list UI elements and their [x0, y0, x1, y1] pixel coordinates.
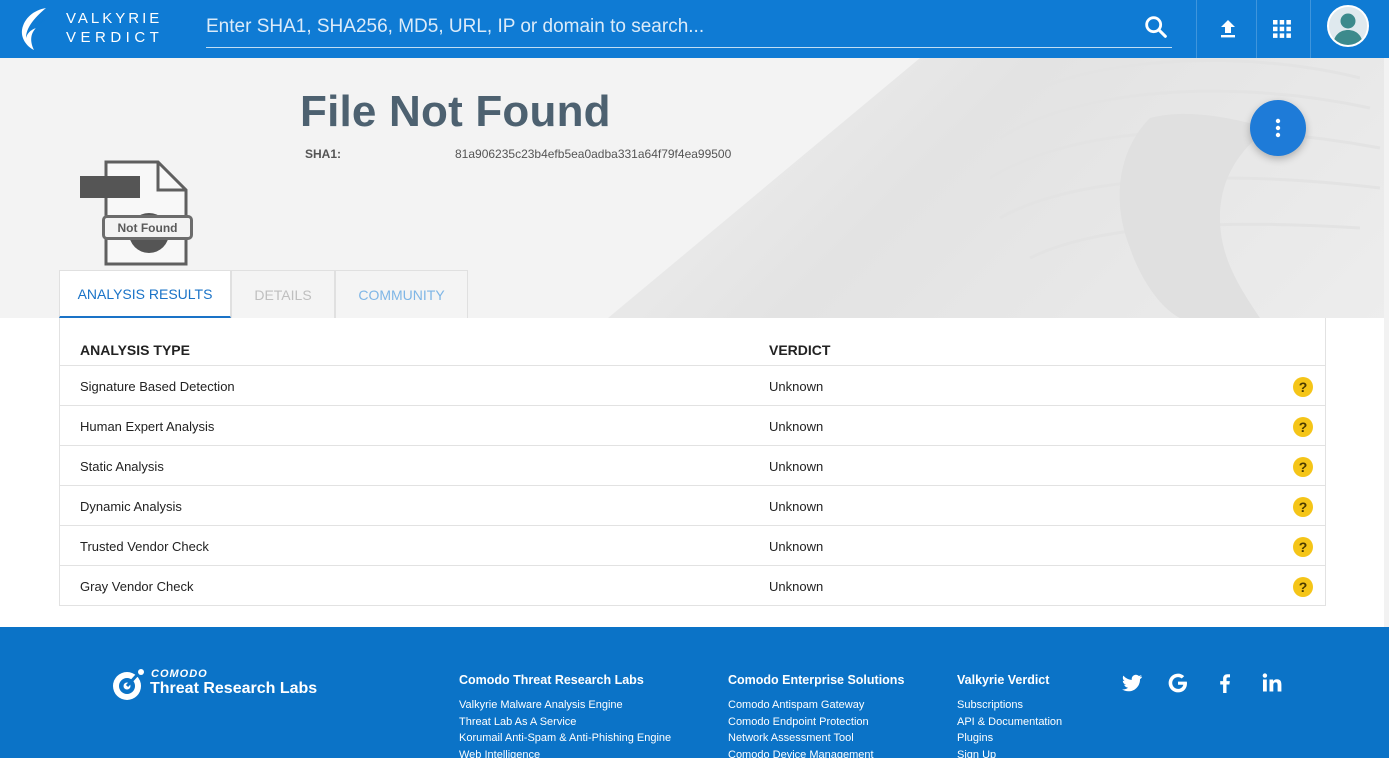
svg-text:?: ?: [1299, 579, 1308, 595]
user-icon: [1329, 7, 1367, 45]
footer-column-enterprise: Comodo Enterprise Solutions Comodo Antis…: [728, 673, 904, 758]
analysis-type-cell: Dynamic Analysis: [80, 499, 182, 514]
verdict-cell: Unknown: [769, 459, 824, 474]
linkedin-icon[interactable]: [1260, 671, 1284, 695]
analysis-results-table: ANALYSIS TYPE VERDICT Signature Based De…: [59, 318, 1326, 606]
hash-value: 81a906235c23b4efb5ea0adba331a64f79f4ea99…: [455, 147, 732, 161]
footer: COMODO Threat Research Labs Comodo Threa…: [0, 627, 1389, 758]
comodo-ctrl-logo-icon[interactable]: [110, 664, 150, 704]
footer-link[interactable]: Threat Lab As A Service: [459, 714, 671, 731]
footer-link[interactable]: Valkyrie Malware Analysis Engine: [459, 697, 671, 714]
table-row: Human Expert Analysis Unknown ?: [60, 405, 1325, 445]
table-row: Signature Based Detection Unknown ?: [60, 365, 1325, 405]
footer-column-title: Comodo Enterprise Solutions: [728, 673, 905, 687]
footer-column-title: Comodo Threat Research Labs: [459, 673, 644, 687]
more-actions-button[interactable]: [1250, 100, 1306, 156]
svg-text:?: ?: [1299, 419, 1308, 435]
valkyrie-verdict-logo[interactable]: VALKYRIE VERDICT: [14, 4, 159, 52]
apps-menu-button[interactable]: [1259, 0, 1305, 58]
question-icon: ?: [1293, 497, 1313, 517]
table-row: Gray Vendor Check Unknown ?: [60, 565, 1325, 605]
verdict-cell: Unknown: [769, 539, 824, 554]
footer-link[interactable]: Comodo Endpoint Protection: [728, 714, 904, 731]
question-icon: ?: [1293, 577, 1313, 597]
logo-line1: VALKYRIE: [66, 10, 163, 27]
footer-link[interactable]: Comodo Device Management: [728, 747, 904, 758]
search-button[interactable]: [1142, 13, 1170, 41]
column-header-verdict: VERDICT: [769, 342, 831, 358]
verdict-cell: Unknown: [769, 419, 824, 434]
google-icon[interactable]: [1166, 671, 1190, 695]
question-icon: ?: [1293, 377, 1313, 397]
footer-column-title: Valkyrie Verdict: [957, 673, 1050, 687]
search-input[interactable]: [206, 12, 1136, 42]
logo-line2: VERDICT: [66, 29, 164, 46]
footer-link[interactable]: Network Assessment Tool: [728, 730, 904, 747]
question-icon: ?: [1293, 537, 1313, 557]
page-title: File Not Found: [300, 87, 611, 136]
upload-icon: [1221, 20, 1235, 38]
table-row: Dynamic Analysis Unknown ?: [60, 485, 1325, 525]
question-icon: ?: [1293, 417, 1313, 437]
table-row: Trusted Vendor Check Unknown ?: [60, 525, 1325, 565]
analysis-type-cell: Gray Vendor Check: [80, 579, 194, 594]
svg-text:?: ?: [1299, 539, 1308, 555]
footer-brand-big: Threat Research Labs: [150, 680, 318, 697]
more-vertical-icon: [1275, 118, 1281, 138]
footer-link[interactable]: API & Documentation: [957, 714, 1062, 731]
table-row: Static Analysis Unknown ?: [60, 445, 1325, 485]
analysis-type-cell: Trusted Vendor Check: [80, 539, 209, 554]
footer-link[interactable]: Subscriptions: [957, 697, 1062, 714]
footer-column-valkyrie: Valkyrie Verdict Subscriptions API & Doc…: [957, 673, 1062, 758]
footer-link[interactable]: Comodo Antispam Gateway: [728, 697, 904, 714]
analysis-type-cell: Static Analysis: [80, 459, 164, 474]
svg-text:?: ?: [1299, 499, 1308, 515]
header-separator: [1196, 0, 1197, 58]
svg-text:?: ?: [1299, 379, 1308, 395]
top-bar: VALKYRIE VERDICT: [0, 0, 1389, 58]
tab-details[interactable]: DETAILS: [231, 270, 335, 318]
apps-grid-icon: [1273, 20, 1291, 38]
status-badge: Not Found: [102, 215, 193, 240]
svg-text:?: ?: [1299, 459, 1308, 475]
twitter-icon[interactable]: [1120, 671, 1144, 695]
footer-column-threat-labs: Comodo Threat Research Labs Valkyrie Mal…: [459, 673, 671, 758]
verdict-cell: Unknown: [769, 379, 824, 394]
valkyrie-watermark-icon: [989, 59, 1381, 318]
verdict-cell: Unknown: [769, 499, 824, 514]
analysis-type-cell: Human Expert Analysis: [80, 419, 215, 434]
footer-link[interactable]: Plugins: [957, 730, 1062, 747]
wing-logo-icon: [21, 8, 46, 50]
footer-link[interactable]: Web Intelligence: [459, 747, 671, 758]
tab-analysis-results[interactable]: ANALYSIS RESULTS: [59, 270, 231, 318]
upload-button[interactable]: [1205, 0, 1251, 58]
column-header-analysis-type: ANALYSIS TYPE: [80, 342, 190, 358]
search-icon: [1145, 16, 1167, 38]
facebook-icon[interactable]: [1213, 671, 1237, 695]
analysis-type-cell: Signature Based Detection: [80, 379, 235, 394]
tab-community[interactable]: COMMUNITY: [335, 270, 468, 318]
verdict-cell: Unknown: [769, 579, 824, 594]
question-icon: ?: [1293, 457, 1313, 477]
footer-link[interactable]: Korumail Anti-Spam & Anti-Phishing Engin…: [459, 730, 671, 747]
header-separator: [1256, 0, 1257, 58]
hash-label: SHA1:: [305, 147, 342, 161]
header-separator: [1310, 0, 1311, 58]
user-avatar[interactable]: [1327, 5, 1369, 47]
search-bar: [206, 8, 1172, 48]
footer-brand-small: COMODO: [151, 668, 208, 680]
footer-link[interactable]: Sign Up: [957, 747, 1062, 758]
